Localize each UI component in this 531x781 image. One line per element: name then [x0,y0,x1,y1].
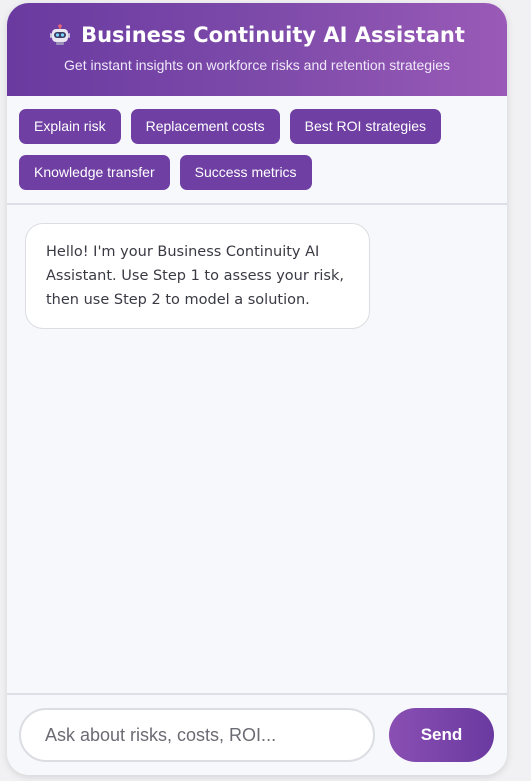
header-title: Business Continuity AI Assistant [81,23,465,47]
assistant-message: Hello! I'm your Business Continuity AI A… [25,223,370,329]
robot-icon [49,24,71,46]
message-list[interactable]: Hello! I'm your Business Continuity AI A… [7,205,507,694]
knowledge-transfer-button[interactable]: Knowledge transfer [19,155,170,190]
quick-actions-row-2: Knowledge transfer Success metrics [19,155,495,191]
quick-actions-row-1: Explain risk Replacement costs Best ROI … [19,109,495,145]
header-title-row: Business Continuity AI Assistant [7,3,507,47]
success-metrics-button[interactable]: Success metrics [179,155,312,190]
chat-panel: Business Continuity AI Assistant Get ins… [7,3,507,775]
header-subtitle: Get instant insights on workforce risks … [64,57,450,73]
quick-actions: Explain risk Replacement costs Best ROI … [7,96,507,205]
replacement-costs-button[interactable]: Replacement costs [130,109,280,144]
send-button[interactable]: Send [389,708,494,762]
best-roi-strategies-button[interactable]: Best ROI strategies [289,109,442,144]
chat-header: Business Continuity AI Assistant Get ins… [7,3,507,96]
explain-risk-button[interactable]: Explain risk [19,109,121,144]
input-bar: Send [7,693,507,775]
chat-input[interactable] [19,708,375,762]
